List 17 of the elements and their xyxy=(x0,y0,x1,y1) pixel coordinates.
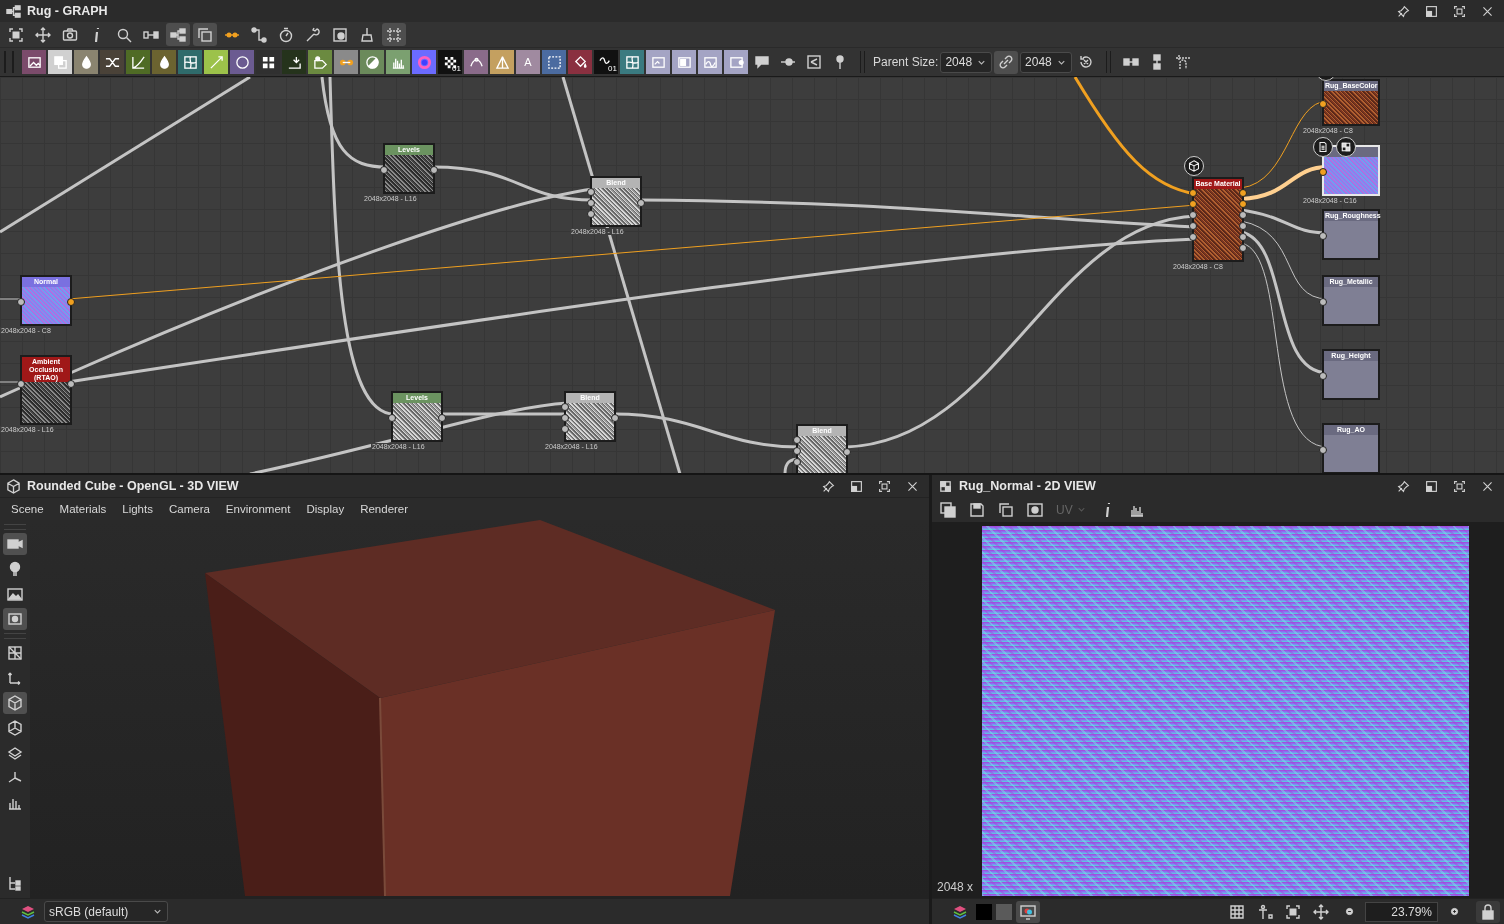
image-size-label: 2048 x xyxy=(937,880,976,894)
panel-title: Rug - GRAPH xyxy=(27,4,108,18)
atomic-node-button[interactable]: 01 xyxy=(594,50,618,74)
height-dropdown[interactable]: 2048 xyxy=(1020,51,1072,73)
menu-item[interactable]: Materials xyxy=(51,503,115,515)
menu-item[interactable]: Environment xyxy=(217,503,299,515)
parent-size-label: Parent Size: xyxy=(873,55,939,69)
menu-item[interactable]: Camera xyxy=(160,503,218,515)
zoom-field[interactable]: 23.79% xyxy=(1365,901,1438,922)
menu-item[interactable]: Renderer xyxy=(352,503,417,515)
color-space-dropdown[interactable]: sRGB (default) xyxy=(44,901,168,922)
menu-item[interactable]: Display xyxy=(298,503,353,515)
panel-title: Rug_Normal - 2D VIEW xyxy=(959,479,1096,493)
panel-title: Rounded Cube - OpenGL - 3D VIEW xyxy=(27,479,239,493)
menu-item[interactable]: Scene xyxy=(3,503,52,515)
width-dropdown[interactable]: 2048 xyxy=(940,51,993,73)
menu-item[interactable]: Lights xyxy=(114,503,161,515)
